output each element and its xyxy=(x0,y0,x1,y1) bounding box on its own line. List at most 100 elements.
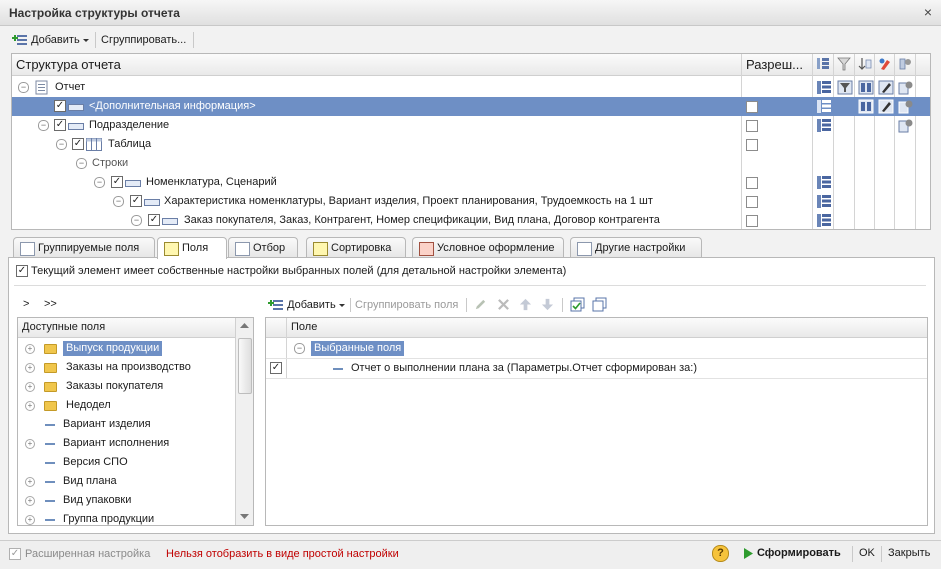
tree-row[interactable]: − ✓ Номенклатура, Сценарий xyxy=(12,173,930,192)
tab-sort[interactable]: Сортировка xyxy=(306,237,406,258)
tab-fields[interactable]: Поля xyxy=(157,237,227,259)
row-checkbox[interactable]: ✓ xyxy=(54,119,66,131)
appearance-column-icon[interactable] xyxy=(878,57,892,71)
list-item[interactable]: + Вид плана xyxy=(18,472,233,491)
tree-row[interactable]: − ✓ Характеристика номенклатуры, Вариант… xyxy=(12,192,930,211)
group-fields-button[interactable]: Сгруппировать поля xyxy=(355,295,458,315)
advanced-settings-label[interactable]: Расширенная настройка xyxy=(25,548,150,560)
sort-cell-icon[interactable] xyxy=(858,99,874,114)
scroll-thumb[interactable] xyxy=(238,338,252,394)
settings-cell-icon[interactable] xyxy=(898,118,914,133)
expand-icon[interactable]: + xyxy=(25,477,35,487)
list-item[interactable]: + Недодел xyxy=(18,396,233,415)
filter-column-icon[interactable] xyxy=(837,57,851,71)
tree-row[interactable]: − ✓ Заказ покупателя, Заказ, Контрагент,… xyxy=(12,211,930,229)
selected-field-row[interactable]: ✓ Отчет о выполнении плана за (Параметры… xyxy=(266,358,927,379)
list-item[interactable]: + Вид упаковки xyxy=(18,491,233,510)
expand-icon[interactable]: + xyxy=(25,382,35,392)
move-up-icon[interactable] xyxy=(519,298,532,311)
list-item[interactable]: Вариант изделия xyxy=(18,415,233,434)
settings-cell-icon[interactable] xyxy=(898,99,914,114)
help-icon[interactable]: ? xyxy=(712,545,729,562)
expand-icon[interactable]: + xyxy=(25,515,35,525)
allowed-checkbox[interactable] xyxy=(746,101,758,113)
close-button[interactable]: Закрыть xyxy=(888,547,930,559)
appearance-cell-icon[interactable] xyxy=(878,80,894,95)
collapse-icon[interactable]: − xyxy=(94,177,105,188)
structure-column-header[interactable]: Структура отчета xyxy=(16,57,121,72)
grouping-cell-icon[interactable] xyxy=(816,194,832,209)
collapse-icon[interactable]: − xyxy=(113,196,124,207)
expand-icon[interactable]: + xyxy=(25,344,35,354)
list-item[interactable]: + Вариант исполнения xyxy=(18,434,233,453)
add-button[interactable]: Добавить xyxy=(12,30,90,50)
own-settings-checkbox[interactable]: ✓ xyxy=(16,265,28,277)
expand-icon[interactable]: + xyxy=(25,439,35,449)
list-item[interactable]: + Заказы покупателя xyxy=(18,377,233,396)
grouping-column-icon[interactable] xyxy=(816,57,830,71)
expand-icon[interactable]: + xyxy=(25,363,35,373)
collapse-icon[interactable]: − xyxy=(18,82,29,93)
settings-cell-icon[interactable] xyxy=(898,80,914,95)
generate-button[interactable]: Сформировать xyxy=(757,547,841,559)
collapse-icon[interactable]: − xyxy=(38,120,49,131)
tab-other-settings[interactable]: Другие настройки xyxy=(570,237,702,258)
move-down-icon[interactable] xyxy=(541,298,554,311)
collapse-icon[interactable]: − xyxy=(56,139,67,150)
list-item[interactable]: Версия СПО xyxy=(18,453,233,472)
report-structure-tree[interactable]: Структура отчета Разреш... − Отчет ✓ <До… xyxy=(11,53,931,230)
scroll-up-icon[interactable] xyxy=(240,322,249,329)
available-fields-list[interactable]: Доступные поля + Выпуск продукции + Зака… xyxy=(17,317,254,526)
tree-row[interactable]: − ✓ Таблица xyxy=(12,135,930,154)
list-item[interactable]: + Заказы на производство xyxy=(18,358,233,377)
grouping-cell-icon[interactable] xyxy=(816,118,832,133)
move-selected-button[interactable]: > xyxy=(23,298,29,310)
row-checkbox[interactable]: ✓ xyxy=(72,138,84,150)
settings-column-icon[interactable] xyxy=(898,57,912,71)
filter-cell-icon[interactable] xyxy=(837,80,853,95)
tab-conditional-appearance[interactable]: Условное оформление xyxy=(412,237,564,258)
group-button[interactable]: Сгруппировать... xyxy=(101,30,186,50)
selected-add-button[interactable]: Добавить xyxy=(268,295,346,315)
tab-filter[interactable]: Отбор xyxy=(228,237,298,258)
list-item[interactable]: + Выпуск продукции xyxy=(18,339,233,358)
allowed-checkbox[interactable] xyxy=(746,177,758,189)
move-all-button[interactable]: >> xyxy=(44,298,57,310)
collapse-icon[interactable]: − xyxy=(294,343,305,354)
check-all-icon[interactable] xyxy=(570,297,585,312)
sort-cell-icon[interactable] xyxy=(858,80,874,95)
scroll-down-icon[interactable] xyxy=(240,513,249,520)
allowed-checkbox[interactable] xyxy=(746,139,758,151)
allowed-checkbox[interactable] xyxy=(746,215,758,227)
row-checkbox[interactable]: ✓ xyxy=(148,214,160,226)
tree-row-selected[interactable]: ✓ <Дополнительная информация> xyxy=(12,97,930,116)
ok-button[interactable]: OK xyxy=(859,547,875,559)
tree-row[interactable]: − Строки xyxy=(12,154,930,173)
selected-group-row[interactable]: − Выбранные поля xyxy=(266,339,927,358)
collapse-icon[interactable]: − xyxy=(76,158,87,169)
close-icon[interactable]: × xyxy=(924,4,932,20)
list-item[interactable]: + Группа продукции xyxy=(18,510,233,525)
field-column-header[interactable]: Поле xyxy=(291,318,317,337)
grouping-cell-icon[interactable] xyxy=(816,213,832,228)
grouping-cell-icon[interactable] xyxy=(816,175,832,190)
row-checkbox[interactable]: ✓ xyxy=(54,100,66,112)
allowed-checkbox[interactable] xyxy=(746,120,758,132)
expand-icon[interactable]: + xyxy=(25,401,35,411)
row-checkbox[interactable]: ✓ xyxy=(130,195,142,207)
tab-grouping-fields[interactable]: Группируемые поля xyxy=(13,237,155,258)
sort-column-icon[interactable] xyxy=(858,57,872,71)
expand-icon[interactable]: + xyxy=(25,496,35,506)
appearance-cell-icon[interactable] xyxy=(878,99,894,114)
tree-row[interactable]: − Отчет xyxy=(12,78,930,97)
field-checkbox[interactable]: ✓ xyxy=(270,362,282,374)
tree-row[interactable]: − ✓ Подразделение xyxy=(12,116,930,135)
selected-fields-list[interactable]: Поле − Выбранные поля ✓ Отчет о выполнен… xyxy=(265,317,928,526)
scrollbar[interactable] xyxy=(235,318,253,525)
advanced-settings-checkbox[interactable]: ✓ xyxy=(9,548,21,560)
uncheck-all-icon[interactable] xyxy=(592,297,607,312)
grouping-cell-icon[interactable] xyxy=(816,80,832,95)
allowed-column-header[interactable]: Разреш... xyxy=(746,57,803,72)
allowed-checkbox[interactable] xyxy=(746,196,758,208)
row-checkbox[interactable]: ✓ xyxy=(111,176,123,188)
